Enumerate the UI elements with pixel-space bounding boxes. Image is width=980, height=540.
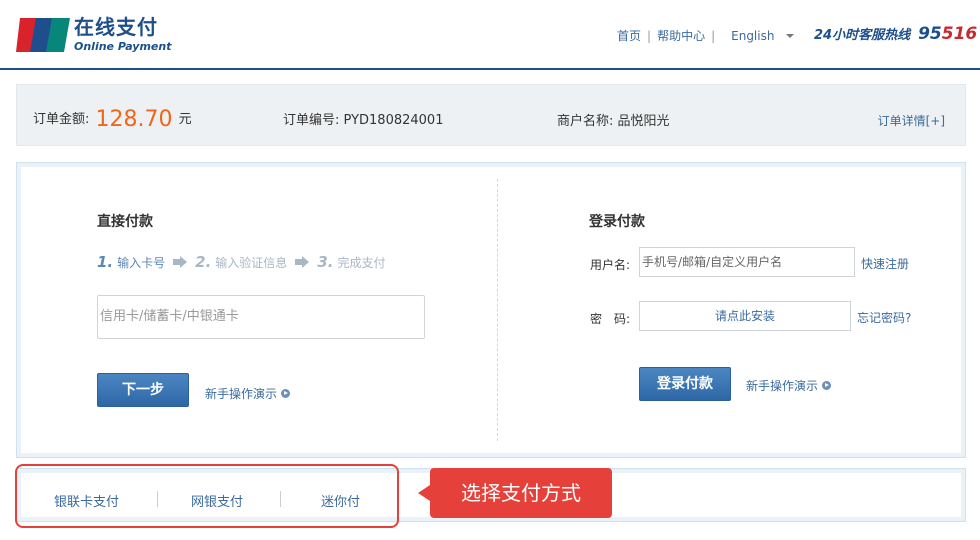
hotline-number-prefix: 95 <box>918 24 942 44</box>
step-number: 3. <box>317 253 334 271</box>
header: 在线支付 Online Payment 首页 | 帮助中心 | English … <box>0 0 980 70</box>
nav-home-link[interactable]: 首页 <box>617 27 641 44</box>
order-number-value: PYD180824001 <box>343 113 444 128</box>
nav-separator: | <box>647 28 652 43</box>
unionpay-logo[interactable] <box>16 16 70 54</box>
order-amount-value: 128.70 <box>95 107 173 132</box>
merchant-value: 品悦阳光 <box>617 114 670 129</box>
login-demo-link[interactable]: 新手操作演示 <box>746 377 832 394</box>
language-select[interactable]: English <box>731 28 795 43</box>
hotline-number-suffix: 516 <box>941 24 978 44</box>
username-label: 用户名: <box>590 258 631 272</box>
brand-title: 在线支付 Online Payment <box>74 16 171 54</box>
panel-divider <box>497 179 498 441</box>
order-info-bar: 订单金额: 128.70 元 订单编号: PYD180824001 商户名称: … <box>16 84 966 146</box>
step-number: 2. <box>195 253 212 271</box>
nav-help-link[interactable]: 帮助中心 <box>657 27 705 44</box>
step-label: 输入验证信息 <box>215 256 288 270</box>
play-icon <box>822 381 832 390</box>
language-label: English <box>731 28 775 43</box>
step-number: 1. <box>97 253 114 271</box>
demo-link-label: 新手操作演示 <box>205 387 278 401</box>
password-label: 密 码: <box>590 312 631 326</box>
nav-separator: | <box>711 28 716 43</box>
hotline-label: 24小时客服热线 <box>814 28 911 43</box>
next-button[interactable]: 下一步 <box>97 373 189 407</box>
order-amount: 订单金额: 128.70 元 <box>33 104 192 132</box>
register-link[interactable]: 快速注册 <box>861 255 909 272</box>
payment-panel: 直接付款 1. 输入卡号 2. 输入验证信息 3. 完成支付 信用卡/储蓄卡/中银通卡… <box>16 162 966 458</box>
username-input[interactable]: 手机号/邮箱/自定义用户名 <box>639 247 855 277</box>
arrow-right-icon <box>295 256 310 268</box>
chevron-down-icon <box>786 33 795 38</box>
forgot-password-link[interactable]: 忘记密码? <box>857 309 911 326</box>
password-plugin-install[interactable]: 请点此安装 <box>639 301 851 331</box>
payment-panel-inner: 直接付款 1. 输入卡号 2. 输入验证信息 3. 完成支付 信用卡/储蓄卡/中银通卡… <box>21 167 961 453</box>
login-pay-button[interactable]: 登录付款 <box>639 367 731 401</box>
top-nav: 首页 | 帮助中心 | English <box>617 27 795 44</box>
step-indicator: 1. 输入卡号 2. 输入验证信息 3. 完成支付 <box>97 253 385 271</box>
step-label: 输入卡号 <box>117 256 166 270</box>
merchant-label: 商户名称: <box>557 114 614 129</box>
order-number-label: 订单编号: <box>283 113 340 128</box>
customer-hotline: 24小时客服热线 95516 <box>814 24 977 44</box>
merchant-name: 商户名称: 品悦阳光 <box>557 110 670 129</box>
hotline-number: 95516 <box>918 24 977 44</box>
play-icon <box>281 389 291 398</box>
order-number: 订单编号: PYD180824001 <box>283 109 443 128</box>
order-detail-link[interactable]: 订单详情[+] <box>878 112 945 129</box>
callout-label: 选择支付方式 <box>418 468 612 518</box>
arrow-right-icon <box>173 256 188 268</box>
methods-highlight-box <box>15 464 399 528</box>
step-3: 3. 完成支付 <box>317 253 385 271</box>
brand-title-en: Online Payment <box>74 40 172 53</box>
direct-demo-link[interactable]: 新手操作演示 <box>205 385 291 402</box>
step-2: 2. 输入验证信息 <box>195 253 287 271</box>
card-number-input[interactable]: 信用卡/储蓄卡/中银通卡 <box>97 295 425 339</box>
login-pay-title: 登录付款 <box>589 214 645 230</box>
order-amount-unit: 元 <box>178 112 192 127</box>
demo-link-label: 新手操作演示 <box>746 379 819 393</box>
step-1: 1. 输入卡号 <box>97 253 165 271</box>
step-label: 完成支付 <box>337 256 386 270</box>
order-amount-label: 订单金额: <box>33 112 90 127</box>
brand-title-cn: 在线支付 <box>74 15 158 39</box>
direct-pay-title: 直接付款 <box>97 214 153 230</box>
